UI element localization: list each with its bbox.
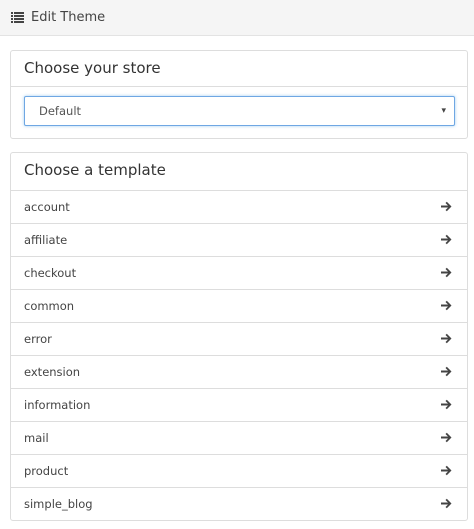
arrow-right-icon xyxy=(441,432,452,443)
arrow-right-icon xyxy=(441,234,452,245)
arrow-right-icon xyxy=(441,267,452,278)
caret-down-icon: ▾ xyxy=(441,106,446,116)
template-item-extension[interactable]: extension xyxy=(11,355,467,388)
template-item-label: account xyxy=(24,200,70,214)
template-item-mail[interactable]: mail xyxy=(11,421,467,454)
list-icon xyxy=(11,12,24,23)
arrow-right-icon xyxy=(441,333,452,344)
template-item-checkout[interactable]: checkout xyxy=(11,256,467,289)
template-item-label: affiliate xyxy=(24,233,68,247)
store-panel: Choose your store Default ▾ xyxy=(10,50,468,139)
arrow-right-icon xyxy=(441,498,452,509)
template-item-label: common xyxy=(24,299,75,313)
template-item-product[interactable]: product xyxy=(11,454,467,487)
template-item-label: product xyxy=(24,464,69,478)
template-item-account[interactable]: account xyxy=(11,190,467,223)
template-item-label: simple_blog xyxy=(24,497,93,511)
arrow-right-icon xyxy=(441,399,452,410)
template-item-label: checkout xyxy=(24,266,77,280)
arrow-right-icon xyxy=(441,201,452,212)
arrow-right-icon xyxy=(441,465,452,476)
template-item-label: information xyxy=(24,398,91,412)
template-item-label: mail xyxy=(24,431,49,445)
template-item-label: extension xyxy=(24,365,81,379)
store-select[interactable]: Default ▾ xyxy=(24,96,455,126)
template-item-information[interactable]: information xyxy=(11,388,467,421)
arrow-right-icon xyxy=(441,366,452,377)
store-select-value: Default xyxy=(39,104,82,118)
template-list: account affiliate checkout common error … xyxy=(11,190,467,520)
template-panel: Choose a template account affiliate chec… xyxy=(10,152,468,521)
panel-divider xyxy=(11,86,467,87)
store-panel-title: Choose your store xyxy=(24,59,161,77)
template-panel-title: Choose a template xyxy=(24,161,166,179)
arrow-right-icon xyxy=(441,300,452,311)
template-item-simple-blog[interactable]: simple_blog xyxy=(11,487,467,520)
template-item-label: error xyxy=(24,332,52,346)
page-title: Edit Theme xyxy=(31,10,106,25)
template-item-common[interactable]: common xyxy=(11,289,467,322)
template-item-error[interactable]: error xyxy=(11,322,467,355)
template-item-affiliate[interactable]: affiliate xyxy=(11,223,467,256)
page-header: Edit Theme xyxy=(0,0,474,36)
